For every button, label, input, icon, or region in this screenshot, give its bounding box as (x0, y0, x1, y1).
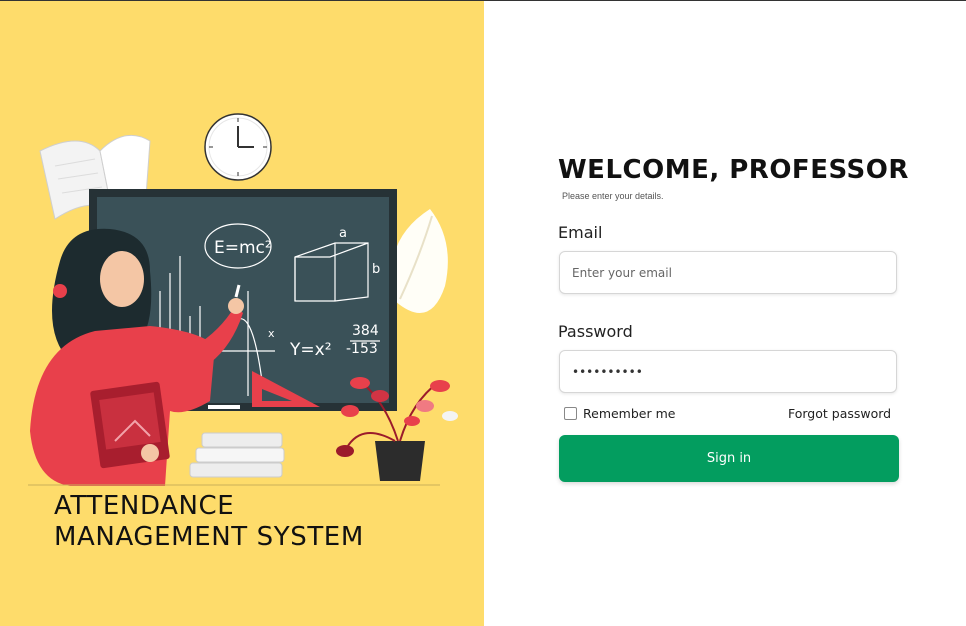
welcome-subheading: Please enter your details. (562, 191, 664, 201)
svg-text:x: x (268, 327, 275, 340)
password-label: Password (558, 322, 633, 341)
remember-me[interactable]: Remember me (564, 406, 675, 421)
svg-text:b: b (372, 262, 380, 277)
forgot-password-link[interactable]: Forgot password (788, 406, 891, 421)
email-label: Email (558, 223, 603, 242)
password-input[interactable] (559, 350, 897, 393)
sign-in-button[interactable]: Sign in (559, 435, 899, 482)
leaf-decoration (391, 209, 448, 313)
book-stack (189, 432, 285, 478)
login-panel: WELCOME, PROFESSOR Please enter your det… (484, 1, 966, 626)
welcome-heading: WELCOME, PROFESSOR (558, 155, 909, 185)
remember-me-checkbox[interactable] (564, 407, 577, 420)
svg-text:E=mc²: E=mc² (214, 238, 272, 258)
left-panel: E=mc² a b Y=x² 384 -153 x ATTENDANCE MAN… (0, 1, 484, 626)
teacher-illustration: E=mc² a b Y=x² 384 -153 x (28, 113, 458, 486)
app-title-line1: ATTENDANCE (54, 491, 235, 521)
app-title-line2: MANAGEMENT SYSTEM (54, 522, 364, 552)
svg-text:-153: -153 (346, 341, 378, 357)
email-input[interactable] (559, 251, 897, 294)
svg-text:Y=x²: Y=x² (289, 340, 332, 360)
svg-text:384: 384 (352, 323, 379, 339)
remember-me-label: Remember me (583, 406, 676, 421)
clock-icon (204, 113, 272, 181)
svg-text:a: a (339, 226, 347, 241)
app-title: ATTENDANCE MANAGEMENT SYSTEM (54, 491, 364, 553)
